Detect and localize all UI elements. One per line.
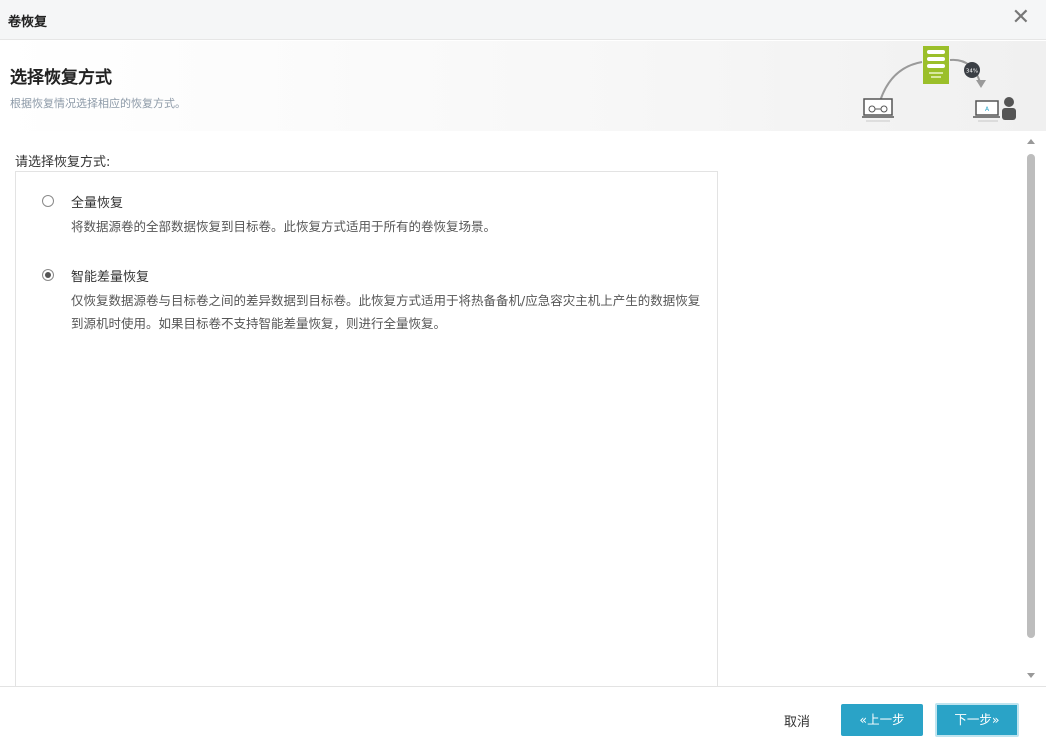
restore-options-panel: 全量恢复 将数据源卷的全部数据恢复到目标卷。此恢复方式适用于所有的卷恢复场景。 … [15, 171, 718, 687]
scrollbar-thumb[interactable] [1027, 154, 1035, 638]
dialog-titlebar: 卷恢复 ✕ [0, 0, 1046, 40]
next-step-button[interactable]: 下一步» [935, 703, 1019, 737]
source-machine-icon [862, 98, 894, 122]
option-description: 将数据源卷的全部数据恢复到目标卷。此恢复方式适用于所有的卷恢复场景。 [71, 219, 497, 234]
option-title: 全量恢复 [71, 196, 124, 211]
dialog-footer: 取消 «上一步 下一步» [0, 686, 1046, 750]
cancel-button[interactable]: 取消 [784, 711, 810, 730]
scroll-down-arrow-icon[interactable] [1027, 673, 1035, 678]
progress-badge-text: 34% [966, 69, 978, 75]
radio-full-restore[interactable] [42, 195, 54, 207]
restore-method-label: 请选择恢复方式: [15, 155, 111, 170]
page-title: 选择恢复方式 [10, 68, 112, 88]
page-subtitle: 根据恢复情况选择相应的恢复方式。 [10, 97, 186, 110]
close-icon[interactable]: ✕ [1012, 6, 1030, 30]
option-description: 仅恢复数据源卷与目标卷之间的差异数据到目标卷。此恢复方式适用于将热备备机/应急容… [71, 293, 701, 331]
server-icon [923, 46, 949, 84]
vertical-scrollbar[interactable] [1024, 136, 1038, 686]
option-title: 智能差量恢复 [71, 270, 150, 285]
scroll-up-arrow-icon[interactable] [1027, 139, 1035, 144]
target-machine-icon: A [973, 97, 1016, 122]
radio-smart-diff-restore[interactable] [42, 269, 54, 281]
window-title: 卷恢复 [8, 15, 48, 30]
step-header: 选择恢复方式 根据恢复情况选择相应的恢复方式。 34% A [0, 41, 1046, 131]
flow-arrow-icon [976, 80, 986, 88]
restore-flow-illustration: 34% A [862, 46, 1016, 122]
previous-step-button[interactable]: «上一步 [841, 704, 923, 736]
